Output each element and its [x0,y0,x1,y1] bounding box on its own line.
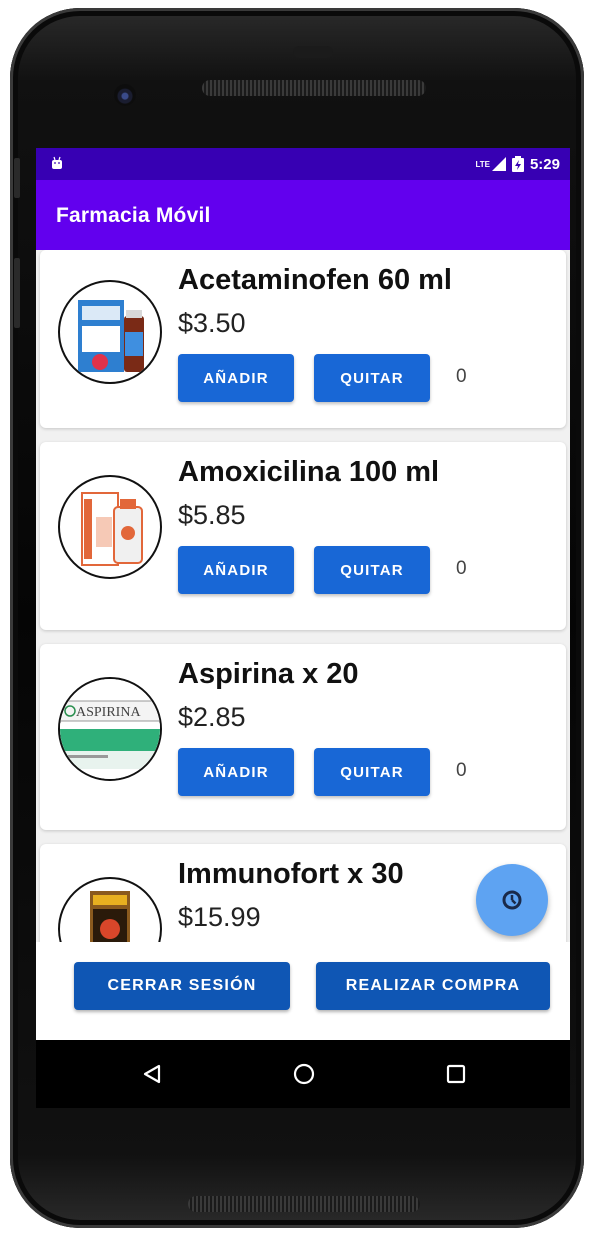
back-nav-button[interactable] [132,1054,172,1094]
quantity-counter: 0 [456,760,467,781]
android-debug-icon [52,156,62,169]
system-nav-bar [36,1040,570,1108]
app-bar: Farmacia Móvil [36,180,570,250]
product-card: ASPIRINA Aspirina x 20 $2.85 AÑADIR QUIT… [40,644,566,830]
add-button[interactable]: AÑADIR [178,354,294,402]
recents-square-icon [446,1064,466,1084]
remove-button[interactable]: QUITAR [314,546,430,594]
recents-nav-button[interactable] [436,1054,476,1094]
product-image [58,475,162,579]
add-button[interactable]: AÑADIR [178,546,294,594]
back-triangle-icon [143,1064,161,1084]
top-speaker [202,80,426,96]
product-name: Aspirina x 20 [178,658,359,690]
product-card: Amoxicilina 100 ml $5.85 AÑADIR QUITAR 0 [40,442,566,630]
aspirina-label: ASPIRINA [76,705,141,720]
network-type: LTE [475,159,490,169]
product-price: $2.85 [178,702,246,732]
device-screen: LTE 5:29 Farmacia Móvil Acetaminofen 60 … [36,148,570,1108]
earpiece [293,46,333,58]
history-clock-icon [502,890,522,910]
history-fab[interactable] [476,864,548,936]
front-camera [114,84,136,106]
product-price: $5.85 [178,500,246,530]
logout-button[interactable]: CERRAR SESIÓN [74,962,290,1010]
remove-button[interactable]: QUITAR [314,748,430,796]
app-title: Farmacia Móvil [56,204,211,227]
battery-charging-icon [511,156,524,172]
product-list[interactable]: Acetaminofen 60 ml $3.50 AÑADIR QUITAR 0… [36,250,570,942]
quantity-counter: 0 [456,558,467,579]
product-price: $3.50 [178,308,246,338]
power-button [14,158,20,198]
product-image [58,877,162,942]
bottom-speaker [188,1196,420,1212]
product-image [58,280,162,384]
product-image: ASPIRINA [58,677,162,781]
clock: 5:29 [529,155,560,173]
quantity-counter: 0 [456,366,467,387]
product-name: Acetaminofen 60 ml [178,264,452,296]
home-circle-icon [293,1063,315,1085]
status-bar: LTE 5:29 [36,148,570,180]
product-name: Amoxicilina 100 ml [178,456,440,488]
product-name: Immunofort x 30 [178,858,404,890]
remove-button[interactable]: QUITAR [314,354,430,402]
signal-icon [491,157,506,171]
product-price: $15.99 [178,902,261,932]
purchase-button[interactable]: REALIZAR COMPRA [316,962,550,1010]
home-nav-button[interactable] [284,1054,324,1094]
add-button[interactable]: AÑADIR [178,748,294,796]
volume-button [14,258,20,328]
bottom-action-bar: CERRAR SESIÓN REALIZAR COMPRA [36,942,570,1040]
product-card: Acetaminofen 60 ml $3.50 AÑADIR QUITAR 0 [40,250,566,428]
